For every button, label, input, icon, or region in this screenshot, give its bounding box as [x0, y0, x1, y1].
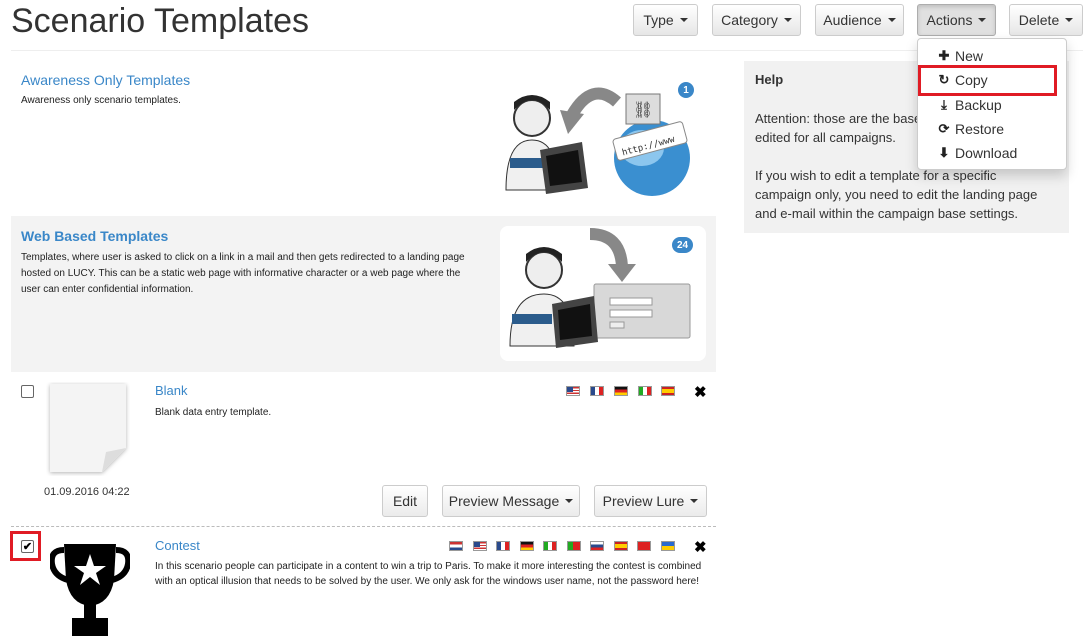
edit-button[interactable]: Edit — [382, 485, 428, 517]
delete-template-icon[interactable]: ✖ — [694, 538, 707, 556]
restore-icon: ⟳ — [938, 121, 950, 136]
menu-item-restore[interactable]: ⟳ Restore — [918, 117, 1066, 141]
caret-down-icon — [887, 18, 896, 22]
delete-label: Delete — [1018, 12, 1060, 28]
template-description: In this scenario people can participate … — [155, 561, 702, 587]
category-title[interactable]: Web Based Templates — [21, 228, 168, 244]
flag-it-icon[interactable] — [543, 541, 557, 551]
flag-tr-icon[interactable] — [637, 541, 651, 551]
category-filter-button[interactable]: Category — [712, 4, 801, 36]
flag-it-icon[interactable] — [638, 386, 652, 396]
awareness-illustration: http://www ⛓ — [505, 87, 690, 196]
type-filter-button[interactable]: Type — [633, 4, 698, 36]
plus-icon: ✚ — [938, 48, 950, 63]
copy-highlight-box — [918, 65, 1057, 96]
template-date: 01.09.2016 04:22 — [44, 486, 130, 498]
audience-filter-button[interactable]: Audience — [815, 4, 904, 36]
template-title[interactable]: Blank — [155, 383, 188, 398]
actions-button[interactable]: Actions — [917, 4, 996, 36]
template-select-checkbox[interactable] — [21, 385, 34, 398]
blank-template-thumbnail — [50, 384, 126, 472]
flag-fr-icon[interactable] — [590, 386, 604, 396]
flag-us-icon[interactable] — [473, 541, 487, 551]
category-web-based[interactable]: Web Based Templates Templates, where use… — [11, 216, 716, 372]
menu-item-backup[interactable]: ⤓ Backup — [918, 93, 1066, 117]
actions-label: Actions — [926, 12, 973, 28]
checkbox-highlight-box — [10, 531, 41, 561]
caret-down-icon — [783, 18, 792, 22]
type-filter-label: Type — [643, 12, 674, 28]
row-divider — [11, 526, 716, 527]
preview-lure-label: Preview Lure — [602, 493, 685, 509]
delete-template-icon[interactable]: ✖ — [694, 383, 707, 401]
flag-fr-icon[interactable] — [496, 541, 510, 551]
actions-dropdown-menu: ✚ New ↻ Copy ⤓ Backup ⟳ Restore ⬇ Downlo… — [917, 38, 1067, 170]
menu-item-backup-label: Backup — [955, 97, 1002, 113]
menu-item-new-label: New — [955, 48, 984, 64]
audience-filter-label: Audience — [823, 12, 882, 28]
trophy-icon — [50, 544, 130, 636]
flag-nl-icon[interactable] — [449, 541, 463, 551]
flag-es-icon[interactable] — [614, 541, 628, 551]
caret-down-icon — [690, 499, 699, 503]
category-title[interactable]: Awareness Only Templates — [21, 72, 190, 88]
flag-pt-icon[interactable] — [567, 541, 581, 551]
menu-item-download-label: Download — [955, 145, 1018, 161]
flag-ru-icon[interactable] — [590, 541, 604, 551]
svg-text:⛓: ⛓ — [633, 101, 653, 119]
caret-down-icon — [565, 499, 574, 503]
category-description: Templates, where user is asked to click … — [21, 252, 465, 295]
delete-button[interactable]: Delete — [1009, 4, 1083, 36]
flag-de-icon[interactable] — [614, 386, 628, 396]
menu-item-restore-label: Restore — [955, 121, 1005, 137]
preview-message-label: Preview Message — [448, 493, 560, 509]
flag-es-icon[interactable] — [661, 386, 675, 396]
flag-ua-icon[interactable] — [661, 541, 675, 551]
download-icon: ⤓ — [941, 97, 947, 112]
help-paragraph: If you wish to edit a template for a spe… — [755, 168, 1038, 221]
flag-de-icon[interactable] — [520, 541, 534, 551]
category-filter-label: Category — [721, 12, 778, 28]
template-description: Blank data entry template. — [155, 407, 272, 418]
caret-down-icon — [978, 18, 987, 22]
preview-message-button[interactable]: Preview Message — [442, 485, 580, 517]
menu-item-download[interactable]: ⬇ Download — [918, 141, 1066, 165]
circle-arrow-down-icon: ⬇ — [938, 145, 950, 160]
help-title: Help — [755, 72, 784, 87]
edit-label: Edit — [392, 493, 418, 509]
preview-lure-button[interactable]: Preview Lure — [594, 485, 707, 517]
page-title: Scenario Templates — [11, 2, 309, 40]
caret-down-icon — [1065, 18, 1074, 22]
template-title[interactable]: Contest — [155, 538, 200, 553]
category-count-badge: 1 — [678, 82, 694, 98]
category-count-badge: 24 — [672, 237, 694, 253]
caret-down-icon — [679, 18, 688, 22]
flag-us-icon[interactable] — [566, 386, 580, 396]
category-description: Awareness only scenario templates. — [21, 95, 181, 106]
